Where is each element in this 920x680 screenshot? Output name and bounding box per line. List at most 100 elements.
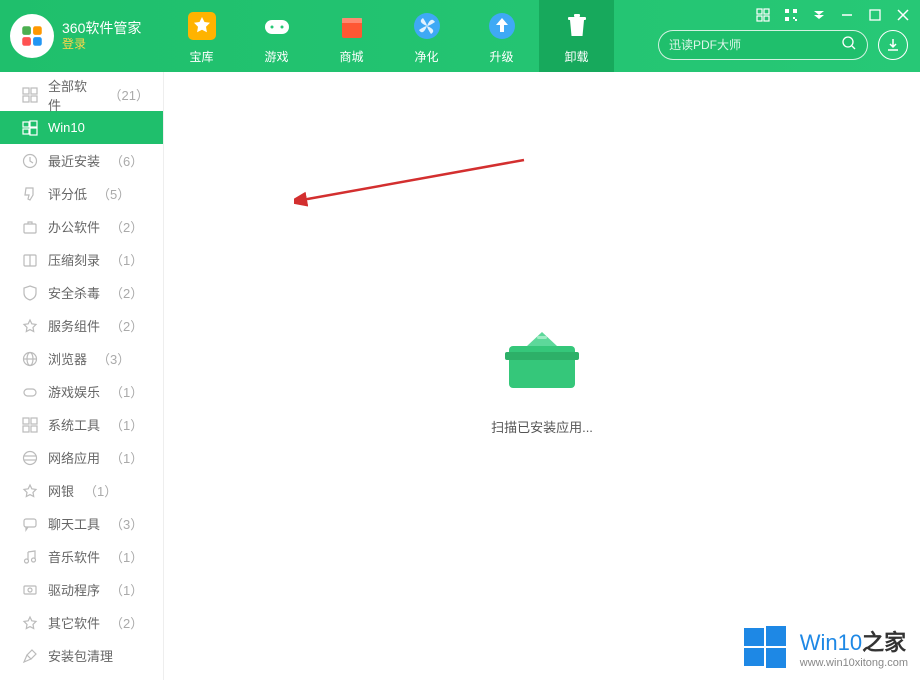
nav-trash[interactable]: 卸载: [539, 0, 614, 72]
sidebar-item-label: 聊天工具: [48, 514, 100, 533]
annotation-arrow: [294, 156, 534, 216]
nav-label: 宝库: [189, 48, 213, 65]
sidebar-item-label: 安装包清理: [48, 646, 113, 665]
watermark-url: www.win10xitong.com: [800, 657, 908, 669]
shop-icon: [334, 8, 370, 44]
nav-label: 游戏: [264, 48, 288, 65]
fan-icon: [409, 8, 445, 44]
sidebar-item-count: （21）: [109, 85, 149, 104]
scan-illustration: [497, 316, 587, 401]
sidebar-item-label: Win10: [48, 120, 85, 135]
broom-icon: [22, 648, 38, 664]
nav-label: 卸载: [564, 48, 588, 65]
game-icon: [22, 384, 38, 400]
sidebar-item-label: 最近安装: [48, 151, 100, 170]
minimize-icon[interactable]: [838, 6, 856, 24]
upgrade-icon: [484, 8, 520, 44]
star-o-icon: [22, 318, 38, 334]
sidebar-item-count: （1）: [84, 481, 117, 500]
sidebar-item-label: 浏览器: [48, 349, 87, 368]
sidebar-item-16[interactable]: 其它软件 （2）: [0, 606, 163, 639]
sidebar-item-label: 系统工具: [48, 415, 100, 434]
app-title: 360软件管家: [62, 20, 141, 37]
sidebar-item-7[interactable]: 服务组件（2）: [0, 309, 163, 342]
dropdown-icon[interactable]: [810, 6, 828, 24]
sidebar-item-label: 其它软件: [48, 613, 100, 632]
sidebar-item-11[interactable]: 网络应用（1）: [0, 441, 163, 474]
sidebar-item-3[interactable]: 评分低 （5）: [0, 177, 163, 210]
nav-shop[interactable]: 商城: [314, 0, 389, 72]
sidebar-item-6[interactable]: 安全杀毒（2）: [0, 276, 163, 309]
network-icon: [22, 450, 38, 466]
trash-icon: [559, 8, 595, 44]
watermark-brand2: 之家: [862, 630, 906, 655]
sidebar-item-count: （3）: [97, 349, 130, 368]
sidebar-item-0[interactable]: 全部软件（21）: [0, 78, 163, 111]
sidebar-item-count: （2）: [110, 316, 143, 335]
sidebar-item-label: 办公软件: [48, 217, 100, 236]
music-icon: [22, 549, 38, 565]
sidebar-item-count: （1）: [110, 382, 143, 401]
star-icon: [184, 8, 220, 44]
gamepad-icon: [259, 8, 295, 44]
search-icon[interactable]: [841, 35, 857, 56]
globe-icon: [22, 351, 38, 367]
sidebar-item-count: （6）: [110, 151, 143, 170]
watermark: Win10之家 www.win10xitong.com: [740, 622, 908, 672]
sidebar-item-label: 游戏娱乐: [48, 382, 100, 401]
sidebar-item-count: （1）: [110, 448, 143, 467]
sidebar-item-count: （1）: [110, 250, 143, 269]
sidebar-item-label: 音乐软件: [48, 547, 100, 566]
scan-status-text: 扫描已安装应用...: [491, 417, 593, 436]
download-button[interactable]: [878, 30, 908, 60]
search-box[interactable]: [658, 30, 868, 60]
close-icon[interactable]: [894, 6, 912, 24]
sidebar-item-count: （5）: [97, 184, 130, 203]
watermark-brand: Win10: [800, 630, 862, 655]
sidebar-item-8[interactable]: 浏览器 （3）: [0, 342, 163, 375]
nav-fan[interactable]: 净化: [389, 0, 464, 72]
archive-icon: [22, 252, 38, 268]
sidebar-item-10[interactable]: 系统工具 （1）: [0, 408, 163, 441]
sidebar-item-1[interactable]: Win10: [0, 111, 163, 144]
sidebar-item-label: 网银: [48, 481, 74, 500]
thumbs-down-icon: [22, 186, 38, 202]
sidebar-item-count: （2）: [110, 613, 143, 632]
qr-icon[interactable]: [782, 6, 800, 24]
sidebar-item-12[interactable]: 网银 （1）: [0, 474, 163, 507]
sidebar-item-2[interactable]: 最近安装 （6）: [0, 144, 163, 177]
chat-icon: [22, 516, 38, 532]
grid-icon[interactable]: [754, 6, 772, 24]
nav-star[interactable]: 宝库: [164, 0, 239, 72]
shield-icon: [22, 285, 38, 301]
sidebar-item-14[interactable]: 音乐软件（1）: [0, 540, 163, 573]
nav-gamepad[interactable]: 游戏: [239, 0, 314, 72]
sidebar-item-count: （2）: [110, 217, 143, 236]
briefcase-icon: [22, 219, 38, 235]
sidebar-item-5[interactable]: 压缩刻录（1）: [0, 243, 163, 276]
clock-icon: [22, 153, 38, 169]
grid-icon: [22, 87, 38, 103]
sidebar-item-label: 驱动程序: [48, 580, 100, 599]
nav-label: 净化: [414, 48, 438, 65]
sidebar-item-4[interactable]: 办公软件 （2）: [0, 210, 163, 243]
sidebar-item-17[interactable]: 安装包清理: [0, 639, 163, 672]
sidebar-item-15[interactable]: 驱动程序 （1）: [0, 573, 163, 606]
sidebar-item-count: （3）: [110, 514, 143, 533]
sidebar-item-label: 评分低: [48, 184, 87, 203]
app-logo: [10, 14, 54, 58]
tools-icon: [22, 417, 38, 433]
driver-icon: [22, 582, 38, 598]
login-link[interactable]: 登录: [62, 37, 141, 51]
sidebar-item-label: 安全杀毒: [48, 283, 100, 302]
sidebar-item-9[interactable]: 游戏娱乐 （1）: [0, 375, 163, 408]
sidebar-item-count: （1）: [110, 580, 143, 599]
windows-logo-icon: [740, 622, 790, 672]
star-o-icon: [22, 483, 38, 499]
sidebar-item-count: （1）: [110, 415, 143, 434]
nav-upgrade[interactable]: 升级: [464, 0, 539, 72]
sidebar-item-13[interactable]: 聊天工具 （3）: [0, 507, 163, 540]
search-input[interactable]: [669, 38, 841, 52]
maximize-icon[interactable]: [866, 6, 884, 24]
nav-label: 升级: [489, 48, 513, 65]
